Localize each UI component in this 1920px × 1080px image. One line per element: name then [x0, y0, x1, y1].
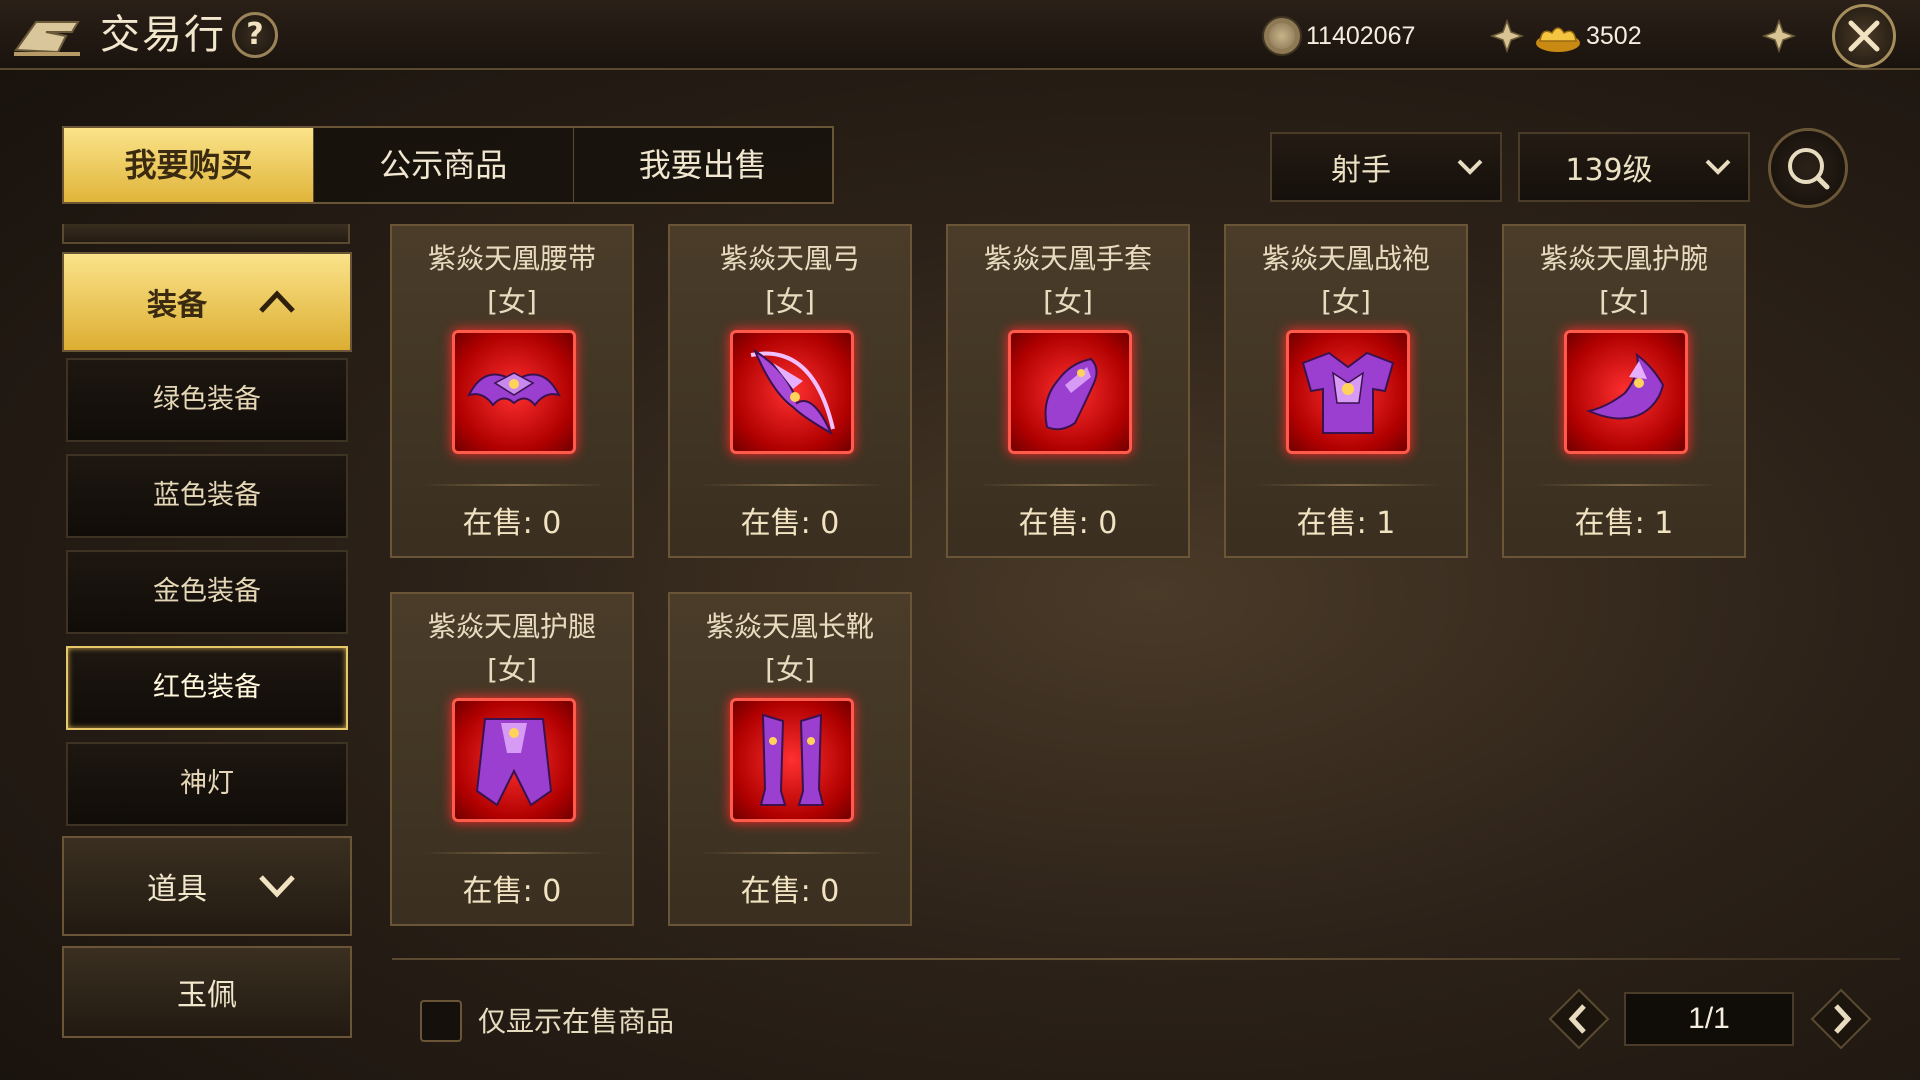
coin-icon [1262, 16, 1302, 56]
sidebar-item-green-equipment[interactable]: 绿色装备 [66, 358, 348, 442]
back-button[interactable] [6, 10, 86, 60]
sidebar-item-red-equipment[interactable]: 红色装备 [66, 646, 348, 730]
level-dropdown[interactable]: 139级 [1518, 132, 1750, 202]
next-page-button[interactable] [1808, 986, 1874, 1052]
card-divider [422, 852, 606, 854]
tab-public-listings[interactable]: 公示商品 [314, 128, 574, 202]
plus-icon [1489, 18, 1525, 54]
item-name: 紫焱天凰腰带 [427, 242, 596, 275]
add-ingots-button[interactable] [1760, 17, 1798, 55]
sidebar-scroll-cap [62, 224, 350, 244]
item-name: 紫焱天凰弓 [719, 242, 860, 275]
ingot-value: 3502 [1586, 21, 1642, 50]
search-button[interactable] [1768, 128, 1848, 208]
footer-divider [392, 958, 1900, 960]
sidebar-category-props[interactable]: 道具 [62, 836, 352, 936]
item-stock: 在售: 1 [1296, 506, 1396, 541]
item-name: 紫焱天凰长靴 [705, 610, 874, 643]
sidebar-category-jade[interactable]: 玉佩 [62, 946, 352, 1038]
sidebar-category-equipment[interactable]: 装备 [62, 252, 352, 352]
card-divider [1256, 484, 1440, 486]
item-card[interactable]: 紫焱天凰腰带 [女] 在售: 0 [390, 224, 634, 558]
card-divider [978, 484, 1162, 486]
trade-tabs: 我要购买 公示商品 我要出售 [62, 126, 834, 204]
level-dropdown-value: 139级 [1565, 153, 1653, 188]
item-card[interactable]: 紫焱天凰战袍 [女] 在售: 1 [1224, 224, 1468, 558]
item-gender: [女] [487, 653, 537, 686]
gloves-icon [1008, 330, 1132, 454]
leg-guard-icon [452, 698, 576, 822]
item-name: 紫焱天凰战袍 [1261, 242, 1430, 275]
boots-icon [730, 698, 854, 822]
chevron-right-icon [1810, 988, 1872, 1050]
item-stock: 在售: 0 [740, 874, 840, 909]
belt-icon [452, 330, 576, 454]
item-gender: [女] [1599, 285, 1649, 318]
close-icon [1848, 20, 1880, 52]
item-card[interactable]: 紫焱天凰长靴 [女] 在售: 0 [668, 592, 912, 926]
item-stock: 在售: 1 [1574, 506, 1674, 541]
sidebar-item-magic-lamp[interactable]: 神灯 [66, 742, 348, 826]
item-gender: [女] [487, 285, 537, 318]
close-button[interactable] [1832, 4, 1896, 68]
category-label: 道具 [147, 872, 207, 907]
prev-page-button[interactable] [1546, 986, 1612, 1052]
item-name: 紫焱天凰护腿 [427, 610, 596, 643]
item-stock: 在售: 0 [740, 506, 840, 541]
bracer-icon [1564, 330, 1688, 454]
card-divider [1534, 484, 1718, 486]
armor-icon [1286, 330, 1410, 454]
only-on-sale-label: 仅显示在售商品 [478, 1005, 675, 1038]
item-card[interactable]: 紫焱天凰弓 [女] 在售: 0 [668, 224, 912, 558]
bow-icon [730, 330, 854, 454]
page-indicator: 1/1 [1624, 992, 1794, 1046]
chevron-down-icon [259, 875, 295, 898]
chevron-down-icon [1440, 132, 1500, 202]
item-gender: [女] [765, 653, 815, 686]
chevron-up-icon [259, 290, 295, 313]
item-gender: [女] [1321, 285, 1371, 318]
category-label: 装备 [147, 288, 207, 323]
item-stock: 在售: 0 [462, 874, 562, 909]
card-divider [422, 484, 606, 486]
sidebar-item-gold-equipment[interactable]: 金色装备 [66, 550, 348, 634]
coin-value: 11402067 [1306, 21, 1416, 50]
item-name: 紫焱天凰护腕 [1539, 242, 1708, 275]
item-card[interactable]: 紫焱天凰手套 [女] 在售: 0 [946, 224, 1190, 558]
plus-icon [1761, 18, 1797, 54]
back-arrow-icon [14, 21, 80, 56]
item-stock: 在售: 0 [1018, 506, 1118, 541]
top-bar: 交易行 ? 11402067 3502 [0, 0, 1920, 70]
item-gender: [女] [1043, 285, 1093, 318]
class-dropdown-value: 射手 [1331, 153, 1391, 188]
item-card[interactable]: 紫焱天凰护腕 [女] 在售: 1 [1502, 224, 1746, 558]
item-card[interactable]: 紫焱天凰护腿 [女] 在售: 0 [390, 592, 634, 926]
class-dropdown[interactable]: 射手 [1270, 132, 1502, 202]
only-on-sale-checkbox[interactable] [420, 1000, 462, 1042]
card-divider [700, 852, 884, 854]
chevron-down-icon [1688, 132, 1748, 202]
tab-buy[interactable]: 我要购买 [64, 128, 314, 202]
item-gender: [女] [765, 285, 815, 318]
chevron-left-icon [1548, 988, 1610, 1050]
tab-sell[interactable]: 我要出售 [574, 128, 833, 202]
sidebar-item-blue-equipment[interactable]: 蓝色装备 [66, 454, 348, 538]
card-divider [700, 484, 884, 486]
page-title: 交易行 [100, 12, 226, 58]
item-name: 紫焱天凰手套 [983, 242, 1152, 275]
category-label: 玉佩 [177, 978, 237, 1013]
ingot-balance: 3502 [1534, 14, 1642, 58]
add-coins-button[interactable] [1488, 17, 1526, 55]
search-icon [1788, 148, 1830, 190]
item-stock: 在售: 0 [462, 506, 562, 541]
gold-ingot-icon [1536, 27, 1580, 52]
coin-balance: 11402067 [1262, 14, 1415, 58]
help-button[interactable]: ? [232, 12, 278, 58]
